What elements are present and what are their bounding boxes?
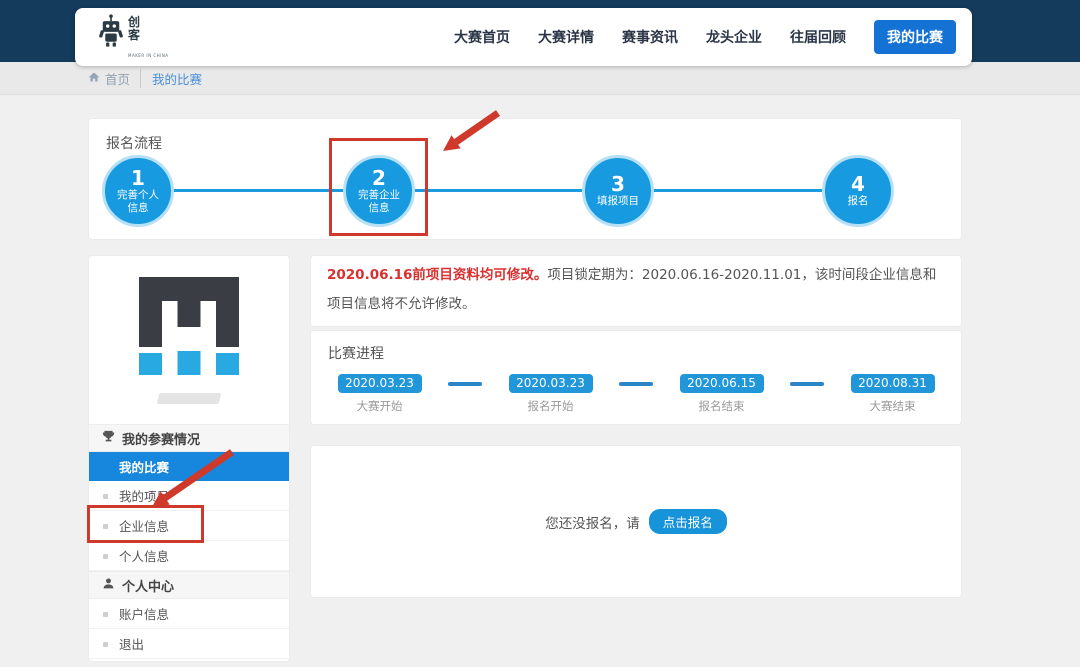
site-header: 创 客 MAKER IN CHINA 大赛首页 大赛详情 赛事资讯 龙头企业 往… xyxy=(75,8,972,66)
timeline-connector xyxy=(790,382,824,386)
timeline-connector xyxy=(448,382,482,386)
logo-char-2: 客 xyxy=(128,29,169,42)
notice-card: 2020.06.16前项目资料均可修改。项目锁定期为：2020.06.16-20… xyxy=(310,255,962,327)
contest-progress-card: 比赛进程 2020.03.23 大赛开始 2020.03.23 报名开始 202… xyxy=(310,330,962,425)
nav-item-past-reviews[interactable]: 往届回顾 xyxy=(790,27,846,47)
breadcrumb-current[interactable]: 我的比赛 xyxy=(140,69,202,88)
step-3-fill-project: 3 填报项目 xyxy=(582,155,654,227)
sidebar-item-account-info[interactable]: 账户信息 xyxy=(89,599,289,629)
sidebar: 我的参赛情况 我的比赛 我的项目 企业信息 个人信息 个人中心 账户信息 xyxy=(88,255,290,662)
empty-state-card: 您还没报名，请 点击报名 xyxy=(310,445,962,598)
step-2-complete-company-info: 2 完善企业信息 xyxy=(343,155,415,227)
site-logo[interactable]: 创 客 MAKER IN CHINA xyxy=(97,13,169,61)
blurred-company-name xyxy=(157,393,222,404)
click-to-signup-button[interactable]: 点击报名 xyxy=(649,509,727,534)
milestone-signup-end: 2020.06.15 报名结束 xyxy=(653,374,790,414)
registration-process-card: 报名流程 1 完善个人信息 2 完善企业信息 3 填报项目 4 报名 xyxy=(88,118,962,240)
milestone-date-badge: 2020.08.31 xyxy=(851,374,935,393)
bullet-icon xyxy=(103,554,108,559)
nav-item-contest-home[interactable]: 大赛首页 xyxy=(454,27,510,47)
bullet-icon xyxy=(103,642,108,647)
bullet-icon xyxy=(103,524,108,529)
bullet-icon xyxy=(103,612,108,617)
sidebar-item-company-info[interactable]: 企业信息 xyxy=(89,511,289,541)
milestone-contest-start: 2020.03.23 大赛开始 xyxy=(311,374,448,414)
timeline-row: 2020.03.23 大赛开始 2020.03.23 报名开始 2020.06.… xyxy=(311,374,961,414)
timeline-connector xyxy=(619,382,653,386)
sidebar-item-personal-info[interactable]: 个人信息 xyxy=(89,541,289,571)
timeline-title: 比赛进程 xyxy=(311,331,961,363)
milestone-contest-end: 2020.08.31 大赛结束 xyxy=(824,374,961,414)
robot-logo-icon xyxy=(97,13,125,53)
my-contest-button[interactable]: 我的比赛 xyxy=(874,20,956,54)
user-icon xyxy=(102,577,115,594)
sidebar-section-personal-center: 个人中心 xyxy=(89,571,289,599)
company-logo-block xyxy=(89,256,289,424)
home-icon xyxy=(88,71,100,86)
milestone-date-badge: 2020.03.23 xyxy=(509,374,593,393)
company-logo-icon xyxy=(139,276,239,382)
logo-subtext: MAKER IN CHINA xyxy=(128,53,169,58)
milestone-date-badge: 2020.03.23 xyxy=(338,374,422,393)
bullet-icon xyxy=(103,494,108,499)
sidebar-item-my-projects[interactable]: 我的项目 xyxy=(89,481,289,511)
nav-item-contest-news[interactable]: 赛事资讯 xyxy=(622,27,678,47)
step-4-signup: 4 报名 xyxy=(822,155,894,227)
sidebar-item-my-contest[interactable]: 我的比赛 xyxy=(89,452,289,481)
milestone-signup-start: 2020.03.23 报名开始 xyxy=(482,374,619,414)
page: 创 客 MAKER IN CHINA 大赛首页 大赛详情 赛事资讯 龙头企业 往… xyxy=(0,0,1080,667)
breadcrumb-home-link[interactable]: 首页 xyxy=(88,69,130,88)
sidebar-item-logout[interactable]: 退出 xyxy=(89,629,289,659)
empty-state-message: 您还没报名，请 xyxy=(545,512,640,532)
sidebar-section-my-participation: 我的参赛情况 xyxy=(89,424,289,452)
breadcrumb: 首页 我的比赛 xyxy=(0,62,1080,95)
trophy-icon xyxy=(102,430,115,447)
nav-item-contest-detail[interactable]: 大赛详情 xyxy=(538,27,594,47)
milestone-date-badge: 2020.06.15 xyxy=(680,374,764,393)
main-nav: 大赛首页 大赛详情 赛事资讯 龙头企业 往届回顾 我的比赛 xyxy=(454,20,956,54)
notice-highlight-text: 2020.06.16前项目资料均可修改。 xyxy=(327,267,547,283)
nav-item-leading-companies[interactable]: 龙头企业 xyxy=(706,27,762,47)
steps-connector xyxy=(138,189,858,192)
process-steps: 1 完善个人信息 2 完善企业信息 3 填报项目 4 报名 xyxy=(89,119,961,239)
step-1-complete-personal-info: 1 完善个人信息 xyxy=(102,155,174,227)
